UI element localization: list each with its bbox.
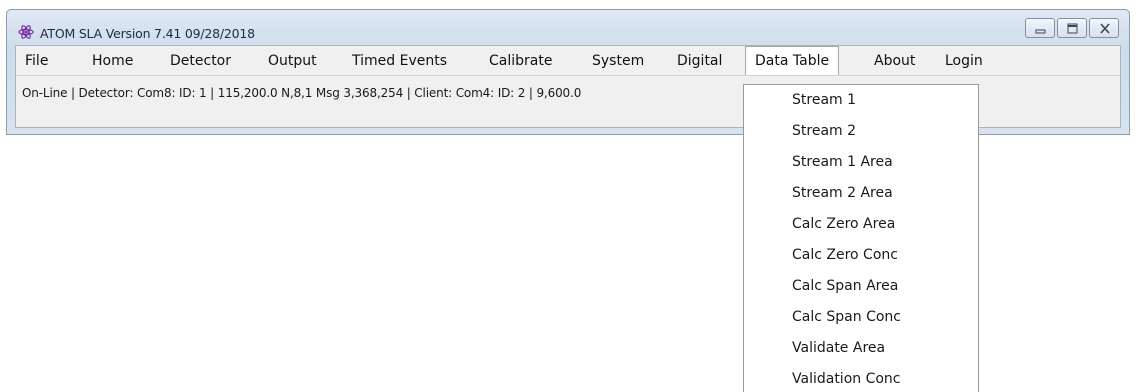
- maximize-icon: [1067, 23, 1078, 34]
- dropdown-item-stream-2[interactable]: Stream 2: [792, 123, 856, 139]
- close-icon: [1100, 23, 1110, 34]
- menu-data-table[interactable]: Data Table: [745, 46, 840, 75]
- dropdown-item-calc-span-conc[interactable]: Calc Span Conc: [792, 309, 901, 325]
- menu-bar: File Home Detector Output Timed Events C…: [16, 46, 1120, 75]
- data-table-dropdown-menu: Stream 1 Stream 2 Stream 1 Area Stream 2…: [743, 84, 979, 392]
- window-title: ATOM SLA Version 7.41 09/28/2018: [40, 26, 255, 41]
- menu-digital[interactable]: Digital: [677, 51, 722, 71]
- menu-home[interactable]: Home: [92, 51, 133, 71]
- atom-icon[interactable]: [18, 24, 34, 40]
- dropdown-item-calc-zero-conc[interactable]: Calc Zero Conc: [792, 247, 898, 263]
- dropdown-item-stream-1[interactable]: Stream 1: [792, 92, 856, 108]
- menu-detector[interactable]: Detector: [170, 51, 231, 71]
- menu-timed-events[interactable]: Timed Events: [352, 51, 447, 71]
- minimize-button[interactable]: [1025, 18, 1055, 38]
- menu-calibrate[interactable]: Calibrate: [489, 51, 552, 71]
- dropdown-item-calc-span-area[interactable]: Calc Span Area: [792, 278, 898, 294]
- dropdown-item-stream-1-area[interactable]: Stream 1 Area: [792, 154, 893, 170]
- menu-file[interactable]: File: [25, 51, 48, 71]
- window-controls: [1025, 18, 1119, 38]
- title-bar[interactable]: ATOM SLA Version 7.41 09/28/2018: [7, 10, 1129, 45]
- dropdown-item-validate-area[interactable]: Validate Area: [792, 340, 885, 356]
- dropdown-item-validation-conc[interactable]: Validation Conc: [792, 371, 901, 387]
- maximize-button[interactable]: [1057, 18, 1087, 38]
- menu-system[interactable]: System: [592, 51, 644, 71]
- minimize-icon: [1035, 29, 1046, 34]
- menu-output[interactable]: Output: [268, 51, 317, 71]
- menu-about[interactable]: About: [874, 51, 915, 71]
- menu-login[interactable]: Login: [945, 51, 983, 71]
- dropdown-item-calc-zero-area[interactable]: Calc Zero Area: [792, 216, 895, 232]
- connection-status-text: On-Line | Detector: Com8: ID: 1 | 115,20…: [22, 86, 582, 100]
- dropdown-item-stream-2-area[interactable]: Stream 2 Area: [792, 185, 893, 201]
- close-button[interactable]: [1089, 18, 1119, 38]
